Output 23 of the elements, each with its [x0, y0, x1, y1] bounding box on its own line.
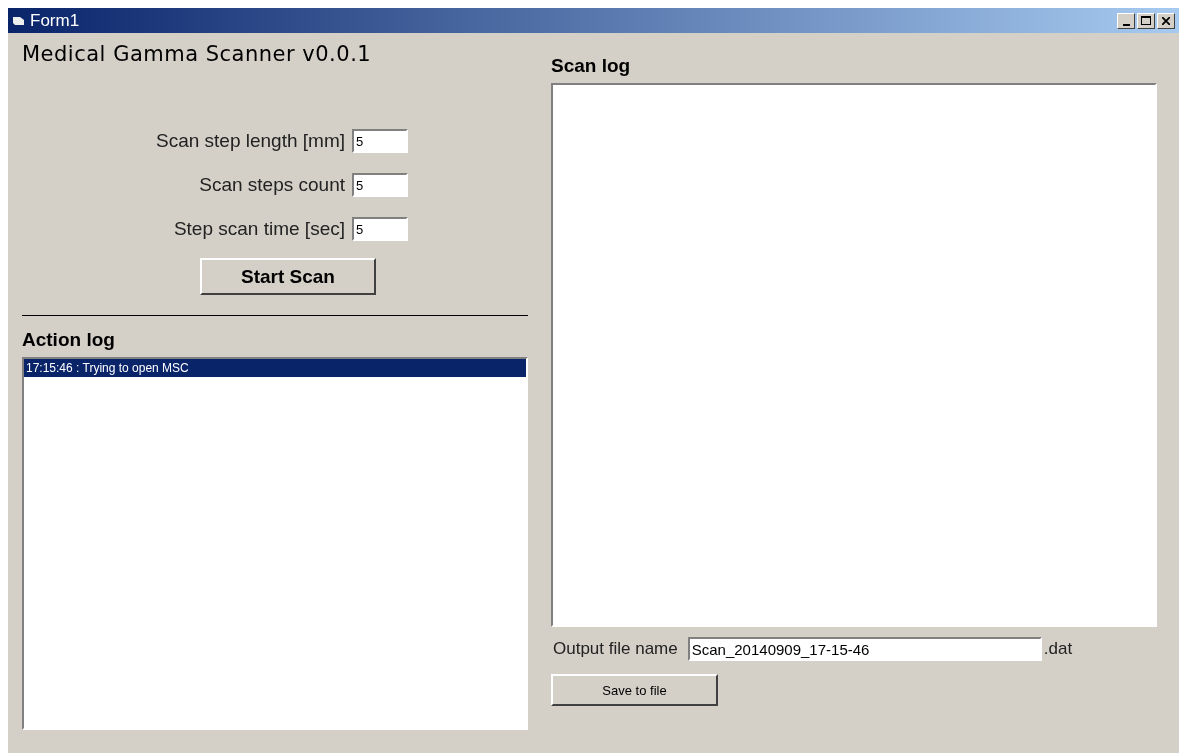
input-field[interactable]: 5 [352, 173, 408, 197]
app-title: Medical Gamma Scanner v0.0.1 [22, 42, 373, 66]
field-label: Scan steps count [199, 174, 345, 196]
start-scan-button[interactable]: Start Scan [200, 258, 376, 295]
section-heading: Action log [22, 329, 116, 351]
field-label: Output file name [553, 639, 678, 659]
minimize-icon [1122, 23, 1130, 26]
log-entry[interactable]: 17:15:46 : Trying to open MSC [24, 359, 526, 377]
close-button[interactable] [1157, 12, 1175, 29]
close-icon [1162, 16, 1170, 25]
field-label: Scan step length [mm] [155, 130, 345, 152]
maximize-icon [1141, 16, 1151, 25]
input-field[interactable]: Scan_20140909_17-15-46 [687, 637, 1042, 661]
field-label: Step scan time [sec] [173, 218, 345, 240]
window-title: Form1 [30, 10, 81, 31]
save-button[interactable]: Save to file [551, 674, 718, 706]
maximize-button[interactable] [1137, 12, 1155, 29]
minimize-button[interactable] [1117, 12, 1135, 29]
input-field[interactable]: 5 [352, 129, 408, 153]
input-field[interactable]: 5 [352, 217, 408, 241]
file-extension: .dat [1043, 639, 1073, 659]
section-heading: Scan log [551, 55, 632, 77]
app-icon [12, 14, 26, 27]
